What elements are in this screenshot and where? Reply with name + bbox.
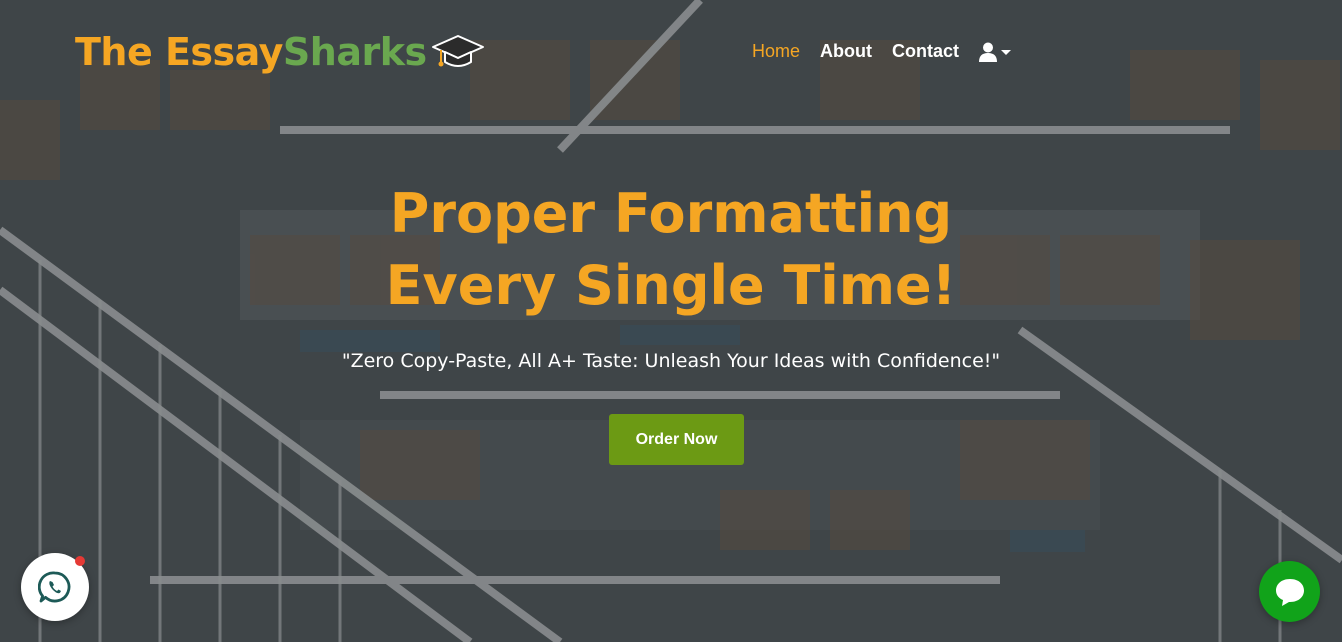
brand-name-part2: Sharks (282, 30, 427, 74)
main-nav: Home About Contact (752, 41, 1011, 62)
whatsapp-button[interactable] (21, 553, 89, 621)
chat-bubble-icon (1275, 578, 1304, 606)
hero-subtitle: "Zero Copy-Paste, All A+ Taste: Unleash … (341, 350, 1001, 372)
hero-title: Proper Formatting Every Single Time! (385, 182, 957, 317)
user-icon (979, 42, 997, 62)
live-chat-button[interactable] (1259, 561, 1320, 622)
brand-name-part1: The Essay (75, 30, 283, 74)
whatsapp-icon (38, 571, 71, 603)
notification-dot (75, 556, 85, 566)
nav-about[interactable]: About (820, 41, 872, 62)
caret-down-icon (1001, 50, 1011, 55)
order-now-button[interactable]: Order Now (609, 414, 744, 465)
nav-contact[interactable]: Contact (892, 41, 959, 62)
nav-home[interactable]: Home (752, 41, 800, 62)
navbar: The Essay Sharks Home About Contact (0, 0, 1342, 100)
graduation-cap-icon (431, 30, 485, 74)
brand-logo[interactable]: The Essay Sharks (75, 28, 485, 76)
user-menu-toggle[interactable] (979, 42, 1011, 62)
